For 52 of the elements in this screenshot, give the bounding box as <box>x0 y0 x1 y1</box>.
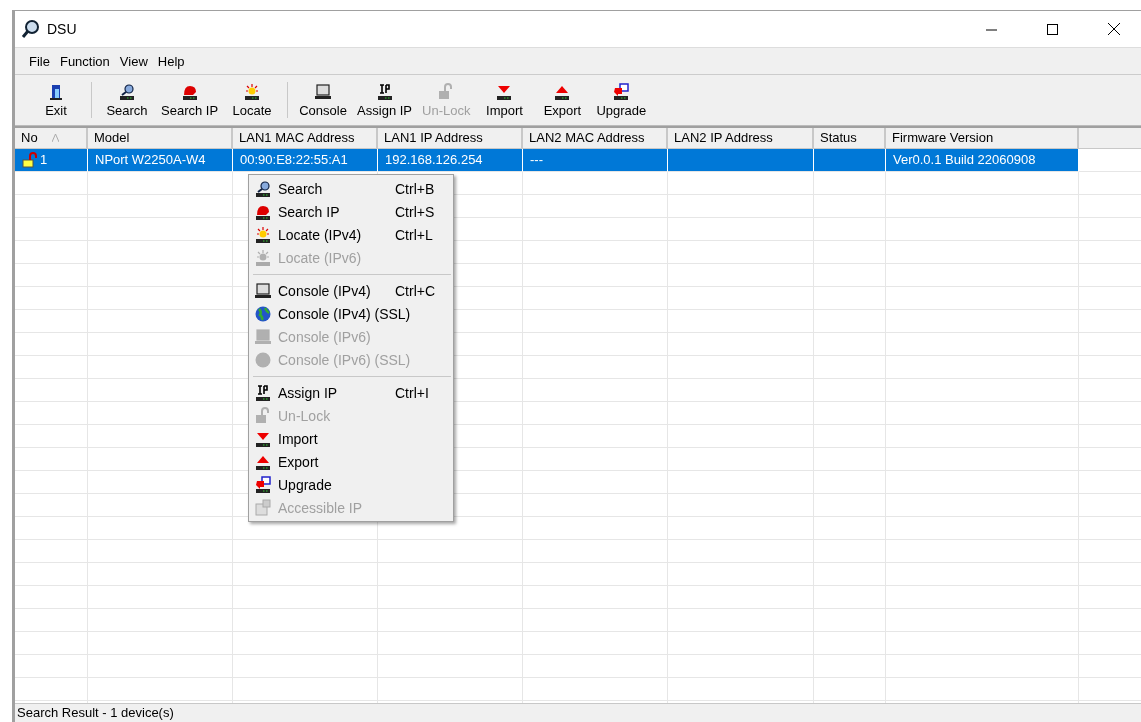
maximize-icon <box>1047 23 1058 35</box>
light-icon <box>254 248 272 267</box>
upgrade-icon <box>612 82 631 101</box>
table-cell: Ver0.0.1 Build 22060908 <box>886 149 1079 172</box>
toolbar-button[interactable]: Import <box>475 80 534 120</box>
door-icon <box>47 82 65 101</box>
menu-item[interactable]: Function <box>55 53 114 69</box>
window-title: DSU <box>47 21 78 37</box>
toolbar-button[interactable]: Search <box>98 80 156 120</box>
light-icon <box>254 225 272 244</box>
globe-icon <box>254 304 272 323</box>
toolbar-button[interactable]: Console <box>294 80 353 120</box>
toolbar-button[interactable]: Upgrade <box>591 80 652 120</box>
table-cell: --- <box>523 149 668 172</box>
search-icon <box>118 82 136 101</box>
menu-item[interactable]: Help <box>153 53 189 69</box>
padlock-icon <box>254 406 272 425</box>
menu-item[interactable]: View <box>115 53 152 69</box>
ip-device-icon <box>375 82 394 101</box>
monitor-icon <box>314 82 333 101</box>
search-icon <box>254 179 272 198</box>
close-icon <box>1107 23 1120 35</box>
table-cell: 00:90:E8:22:55:A1 <box>233 149 378 172</box>
toolbar-button[interactable]: Exit <box>27 80 85 120</box>
documents-icon <box>254 498 272 517</box>
table-cell: NPort W2250A-W4 <box>88 149 233 172</box>
menu-item[interactable]: Assign IP Ctrl+I <box>249 381 453 404</box>
menu-item[interactable]: File <box>25 53 54 69</box>
menu-item[interactable]: Search IP Ctrl+S <box>249 200 453 223</box>
monitor-icon <box>254 281 272 300</box>
table-cell: 1 <box>15 149 88 172</box>
toolbar-button[interactable]: Assign IP <box>352 80 417 120</box>
monitor-icon <box>254 327 272 346</box>
menu-item[interactable]: Upgrade <box>249 473 453 496</box>
toolbar-button[interactable]: Search IP <box>156 80 224 120</box>
status-text: Search Result - 1 device(s) <box>15 703 1141 722</box>
menu-item[interactable]: Locate (IPv4) Ctrl+L <box>249 223 453 246</box>
upgrade-icon <box>254 475 272 494</box>
menu-item[interactable]: Import <box>249 427 453 450</box>
toolbar-button[interactable]: Export <box>533 80 592 120</box>
padlock-icon <box>22 152 38 168</box>
light-icon <box>243 82 262 101</box>
sort-icon <box>51 134 59 142</box>
globe-icon <box>254 350 272 369</box>
menu-item[interactable]: Console (IPv4) (SSL) <box>249 302 453 325</box>
menu-item[interactable]: Console (IPv4) Ctrl+C <box>249 279 453 302</box>
table-cell: 192.168.126.254 <box>378 149 523 172</box>
menu-item[interactable]: Search Ctrl+B <box>249 177 453 200</box>
toolbar-button[interactable]: Locate <box>223 80 282 120</box>
menu-item[interactable]: Export <box>249 450 453 473</box>
magnifier-icon <box>21 19 41 39</box>
ip-device-icon <box>254 383 272 402</box>
